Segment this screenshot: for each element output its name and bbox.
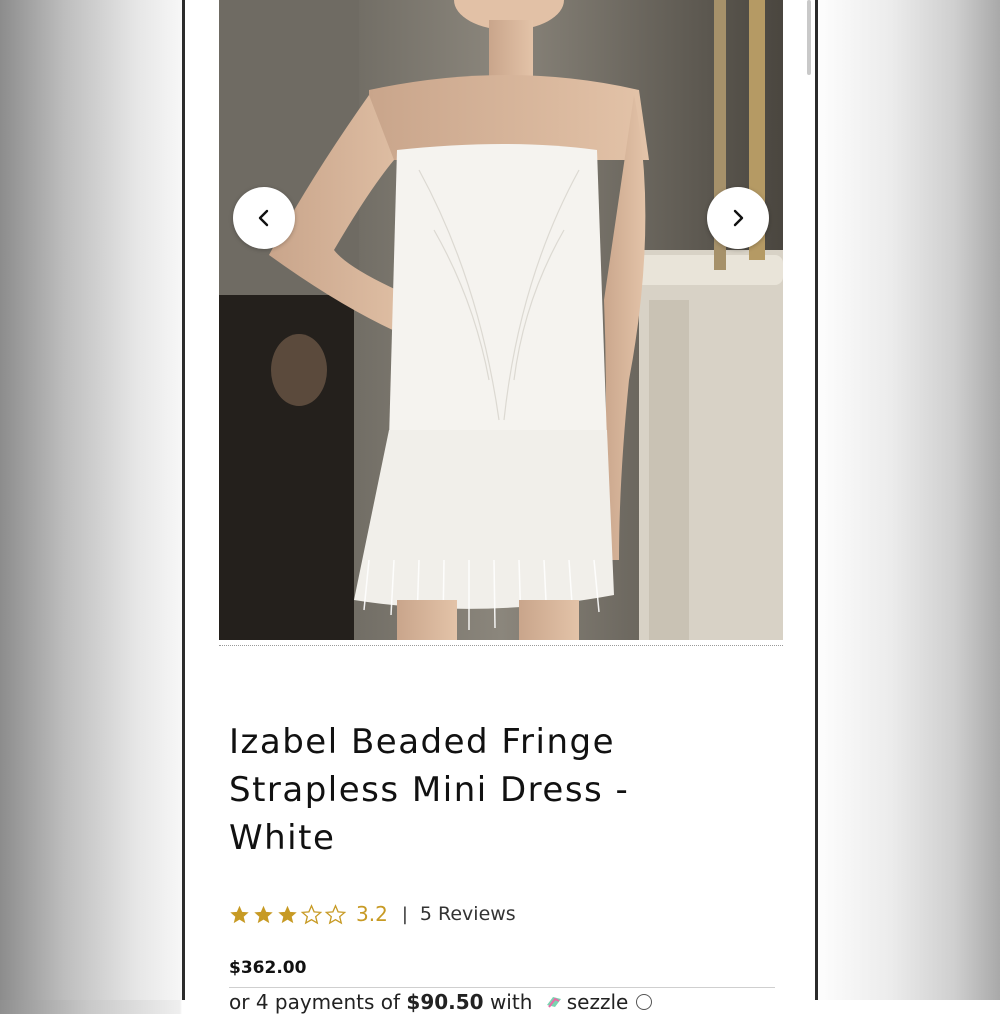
image-underline [219,641,783,646]
installments-line: or 4 payments of $90.50 with sezzle [229,990,653,1014]
rating-separator: | [401,903,408,925]
star-filled-icon [230,905,249,923]
star-rating [229,903,346,925]
star-outline-icon [301,903,322,924]
product-title-line-3: White [229,818,336,858]
chevron-left-icon [258,209,269,227]
star-filled-icon [254,905,273,923]
info-icon[interactable] [636,994,653,1010]
next-image-button[interactable] [707,187,769,249]
sezzle-label: sezzle [566,990,629,1014]
installments-amount: $90.50 [406,990,484,1014]
background-left [0,0,182,1000]
divider [229,987,775,988]
rating-row: 3.2 | 5 Reviews [229,899,516,929]
star-outline-icon [325,903,346,924]
installments-prefix: or 4 payments of [229,990,401,1014]
product-price: $362.00 [229,958,307,978]
product-title-line-1: Izabel Beaded Fringe [229,722,615,762]
product-photo-illustration [219,0,783,640]
background-right [818,0,1000,1000]
scrollbar[interactable] [807,0,811,75]
sezzle-link[interactable]: sezzle [545,990,653,1014]
chevron-right-icon [733,209,744,227]
reviews-link[interactable]: 5 Reviews [420,903,516,925]
installments-suffix: with [489,990,533,1014]
sezzle-logo-icon [546,997,561,1008]
previous-image-button[interactable] [233,187,295,249]
product-page: Izabel Beaded Fringe Strapless Mini Dres… [182,0,818,1014]
rating-value: 3.2 [356,902,388,926]
star-filled-icon [278,905,297,923]
product-title-line-2: Strapless Mini Dress - [229,770,630,810]
product-image [219,0,783,640]
product-title: Izabel Beaded Fringe Strapless Mini Dres… [229,718,789,862]
